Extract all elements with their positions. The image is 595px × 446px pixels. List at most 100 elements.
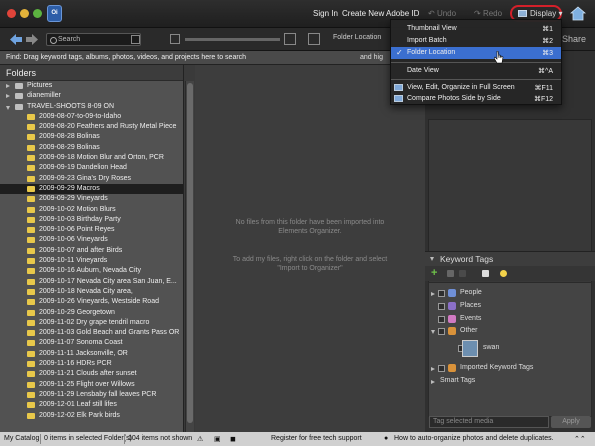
menu-item-label: Date View (407, 67, 439, 74)
tag-checkbox[interactable] (438, 365, 445, 372)
keyword-tag-item[interactable]: Imported Keyword Tags (431, 364, 581, 374)
tag-checkbox[interactable] (438, 290, 445, 297)
collapsed-triangle-icon[interactable] (431, 367, 435, 371)
collapse-triangle-icon[interactable] (430, 257, 434, 261)
folder-tree-item[interactable]: 2009-08-28 Bolinas (0, 132, 183, 142)
collapsed-triangle-icon[interactable] (6, 94, 10, 99)
sign-in-link[interactable]: Sign In (313, 9, 338, 18)
menu-item-label: Compare Photos Side by Side (407, 95, 501, 102)
folder-tree-item[interactable]: 2009-12-02 Elk Park birds (0, 411, 183, 421)
folders-scrollbar[interactable] (185, 81, 194, 432)
menu-item-date-view[interactable]: Date View ⌘^A (391, 65, 561, 77)
keyword-tag-item[interactable]: Events (431, 315, 581, 325)
home-icon[interactable] (570, 6, 586, 21)
folder-tree-item[interactable]: 2009-11-02 Dry grape tendril macro (0, 318, 183, 328)
folder-tree-item[interactable]: 2009-11-03 Gold Beach and Grants Pass OR (0, 328, 183, 338)
collapsed-triangle-icon[interactable] (431, 380, 435, 384)
menu-item-thumbnail-view[interactable]: Thumbnail View ⌘1 (391, 23, 561, 35)
apply-button[interactable]: Apply (551, 416, 591, 428)
tag-selected-media-input[interactable]: Tag selected media (429, 416, 549, 428)
thumbnail-small-icon[interactable] (170, 34, 180, 44)
folder-tree-item[interactable]: 2009-11-29 Lensbaby fall leaves PCR (0, 390, 183, 400)
tag-menu-icon[interactable] (447, 270, 454, 277)
delete-tag-icon[interactable] (459, 270, 466, 277)
folder-tree-item[interactable]: 2009-10-29 Georgetown (0, 308, 183, 318)
folder-tree-item[interactable]: 2009-09-23 Gina's Dry Roses (0, 174, 183, 184)
folder-icon (15, 103, 23, 110)
redo-button[interactable]: ↷ Redo (474, 9, 502, 18)
folder-tree-item[interactable]: 2009-09-29 Vineyards (0, 194, 183, 204)
keyword-tag-item[interactable]: Other (431, 327, 581, 337)
menu-item-folder-location[interactable]: ✓ Folder Location ⌘3 (391, 47, 561, 59)
forward-arrow-icon[interactable] (26, 34, 38, 45)
folder-tree-item[interactable]: 2009-11-21 Clouds after sunset (0, 369, 183, 379)
folders-scrollbar-thumb[interactable] (187, 83, 193, 423)
tag-checkbox[interactable] (438, 328, 445, 335)
folder-tree-item[interactable]: dianemiller (0, 91, 183, 101)
zoom-window-button[interactable] (33, 9, 42, 18)
folder-tree-item[interactable]: 2009-09-29 Macros (0, 183, 183, 195)
close-window-button[interactable] (7, 9, 16, 18)
keyword-tags-header[interactable]: Keyword Tags (425, 251, 595, 266)
thumbnail-size-slider[interactable] (185, 38, 280, 41)
swan-tag-thumbnail[interactable] (462, 340, 478, 357)
folder-tree-item[interactable]: 2009-08-29 Bolinas (0, 143, 183, 153)
menu-item-import-batch[interactable]: Import Batch ⌘2 (391, 35, 561, 47)
keyword-tag-item[interactable]: Places (431, 302, 581, 312)
keyword-tag-item[interactable]: People (431, 289, 581, 299)
folder-tree-item[interactable]: 2009-11-25 Flight over Willows (0, 380, 183, 390)
keyword-tag-item[interactable]: Smart Tags (431, 377, 581, 387)
collapsed-triangle-icon[interactable] (6, 84, 10, 88)
thumbnail-large-icon[interactable] (284, 33, 296, 45)
menu-item-compare-side-by-side[interactable]: Compare Photos Side by Side ⌘F12 (391, 93, 561, 105)
collapsed-triangle-icon[interactable] (431, 292, 435, 296)
full-screen-icon[interactable] (308, 33, 320, 45)
folder-tree-item[interactable]: 2009-10-06 Vineyards (0, 235, 183, 245)
minimize-window-button[interactable] (20, 9, 29, 18)
catalog-name[interactable]: My Catalog (4, 435, 39, 442)
folder-label: 2009-08-28 Bolinas (39, 133, 100, 141)
folder-tree-item[interactable]: 2009-12-01 Leaf still lifes (0, 400, 183, 410)
organizer-app-icon[interactable]: Oi (47, 5, 62, 22)
folder-tree-item[interactable]: 2009-11-11 Jacksonville, OR (0, 349, 183, 359)
folder-tree-item[interactable]: Pictures (0, 81, 183, 91)
folder-tree-item[interactable]: 2009-10-07 and after Birds (0, 246, 183, 256)
folder-tree-item[interactable]: 2009-08-20 Feathers and Rusty Metal Piec… (0, 122, 183, 132)
expanded-triangle-icon[interactable] (431, 330, 435, 334)
display-menu: Thumbnail View ⌘1 Import Batch ⌘2 ✓ Fold… (390, 19, 562, 105)
folder-tree-item[interactable]: 2009-10-11 Vineyards (0, 256, 183, 266)
tip-text[interactable]: How to auto-organize photos and delete d… (394, 435, 554, 442)
folder-tree-item[interactable]: 2009-11-07 Sonoma Coast (0, 338, 183, 348)
folder-tree-item[interactable]: 2009-10-16 Auburn, Nevada City (0, 266, 183, 276)
folder-tree-item[interactable]: 2009-11-16 HDRs PCR (0, 359, 183, 369)
tag-checkbox[interactable] (438, 303, 445, 310)
find-bar[interactable]: Find: Drag keyword tags, albums, photos,… (0, 51, 425, 65)
folder-tree-item[interactable]: 2009-10-17 Nevada City area San Juan, E.… (0, 277, 183, 287)
lightbulb-icon[interactable] (500, 270, 507, 277)
search-options-dropdown[interactable] (131, 35, 140, 44)
search-input[interactable]: Search (46, 33, 141, 46)
folder-tree-item[interactable]: 2009-10-26 Vineyards, Westside Road (0, 297, 183, 307)
register-link[interactable]: Register for free tech support (271, 435, 362, 442)
back-arrow-icon[interactable] (10, 34, 22, 45)
folder-tree-item[interactable]: 2009-08-07-to-09-to-Idaho (0, 112, 183, 122)
folder-tree-item[interactable]: TRAVEL-SHOOTS 8-09 ON (0, 102, 183, 112)
media-browser: No files from this folder have been impo… (195, 65, 425, 432)
folder-tree-item[interactable]: 2009-10-18 Nevada City area, (0, 287, 183, 297)
tag-checkbox[interactable] (438, 316, 445, 323)
folder-tree-item[interactable]: 2009-09-19 Dandelion Head (0, 163, 183, 173)
add-tag-icon[interactable]: + (431, 267, 437, 279)
tip-icon: ● (384, 435, 389, 442)
folder-tree-item[interactable]: 2009-09-18 Motion Blur and Orton, PCR (0, 153, 183, 163)
view-mode-label[interactable]: Folder Location (333, 34, 381, 41)
menu-item-shortcut: ⌘2 (542, 38, 553, 45)
tag-people-icon[interactable] (482, 270, 489, 277)
undo-button[interactable]: ↶ Undo (428, 9, 456, 18)
folder-tree-item[interactable]: 2009-10-03 Birthday Party (0, 215, 183, 225)
expanded-triangle-icon[interactable] (6, 105, 10, 110)
status-chevron-icon[interactable]: ⌃⌃ (574, 435, 586, 443)
create-adobe-id-link[interactable]: Create New Adobe ID (342, 9, 419, 18)
folder-tree-item[interactable]: 2009-10-02 Motion Blurs (0, 205, 183, 215)
folder-tree-item[interactable]: 2009-10-06 Point Reyes (0, 225, 183, 235)
tab-share[interactable]: Share (562, 34, 586, 44)
